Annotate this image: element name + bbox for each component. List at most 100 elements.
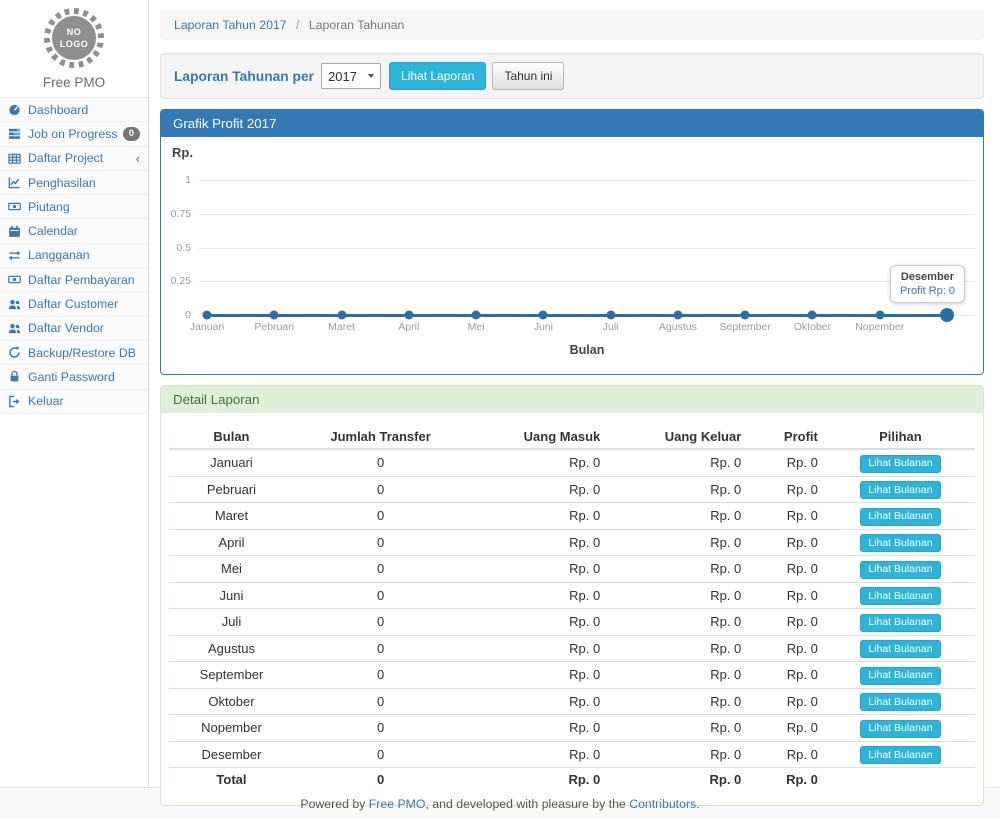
sidebar-item-piutang[interactable]: Piutang [0,195,148,219]
profit-cell: Rp. 0 [749,529,826,556]
uang-masuk-cell: Rp. 0 [467,741,608,768]
profit-cell: Rp. 0 [749,503,826,530]
sidebar-item-daftar-customer[interactable]: Daftar Customer [0,292,148,316]
transfer-cell: 0 [294,688,467,715]
sidebar-item-ganti-password[interactable]: Ganti Password [0,365,148,389]
lihat-bulanan-button[interactable]: Lihat Bulanan [860,720,940,738]
total-transfer: 0 [294,768,467,792]
data-point-maret[interactable] [337,311,346,320]
sidebar-item-calendar[interactable]: Calendar [0,219,148,243]
column-header-uang-keluar: Uang Keluar [608,425,749,449]
lihat-bulanan-button[interactable]: Lihat Bulanan [860,534,940,552]
profit-cell: Rp. 0 [749,476,826,503]
sidebar-item-daftar-vendor[interactable]: Daftar Vendor [0,317,148,341]
month-cell: Maret [169,503,294,530]
count-badge: 0 [123,127,140,141]
uang-keluar-cell: Rp. 0 [608,609,749,636]
uang-keluar-cell: Rp. 0 [608,503,749,530]
data-point-pebruari[interactable] [270,311,279,320]
data-point-oktober[interactable] [808,311,817,320]
uang-keluar-cell: Rp. 0 [608,662,749,689]
tahun-ini-button[interactable]: Tahun ini [492,62,564,90]
uang-masuk-cell: Rp. 0 [467,715,608,742]
data-point-juni[interactable] [539,311,548,320]
transfer-cell: 0 [294,635,467,662]
lihat-bulanan-button[interactable]: Lihat Bulanan [860,455,940,473]
chart-y-axis-title: Rp. [172,145,193,160]
tooltip-title: Desember [900,271,955,283]
transfer-cell: 0 [294,503,467,530]
y-axis-tick: 0 [185,309,191,321]
month-cell: Nopember [169,715,294,742]
sidebar-item-keluar[interactable]: Keluar [0,390,148,414]
uang-masuk-cell: Rp. 0 [467,582,608,609]
sidebar-item-dashboard[interactable]: Dashboard [0,98,148,122]
brand-name: Free PMO [0,75,148,90]
uang-masuk-cell: Rp. 0 [467,688,608,715]
data-point-nopember[interactable] [875,311,884,320]
lihat-bulanan-button[interactable]: Lihat Bulanan [860,693,940,711]
gridline [199,214,975,215]
app-window: NO LOGO Free PMO DashboardJob on Progres… [0,0,1000,787]
profit-chart-panel: Grafik Profit 2017 Rp. 00.250.50.751 Bul… [160,109,984,375]
lihat-bulanan-button[interactable]: Lihat Bulanan [860,746,940,764]
table-row-maret: Maret0Rp. 0Rp. 0Rp. 0Lihat Bulanan [169,503,975,530]
refresh-icon [8,346,23,359]
lihat-bulanan-button[interactable]: Lihat Bulanan [860,667,940,685]
breadcrumb-link[interactable]: Laporan Tahun 2017 [174,18,287,32]
month-cell: Juli [169,609,294,636]
sidebar-item-penghasilan[interactable]: Penghasilan [0,171,148,195]
line-chart-icon [8,176,23,189]
sidebar-item-job-on-progress[interactable]: Job on Progress 0 [0,122,148,146]
breadcrumb-separator: / [296,18,299,32]
table-row-juli: Juli0Rp. 0Rp. 0Rp. 0Lihat Bulanan [169,609,975,636]
lihat-bulanan-button[interactable]: Lihat Bulanan [860,614,940,632]
gridline [199,281,975,282]
year-select[interactable]: 2017 [321,63,381,89]
lihat-bulanan-button[interactable]: Lihat Bulanan [860,640,940,658]
sidebar-item-label: Job on Progress [28,127,118,141]
table-row-mei: Mei0Rp. 0Rp. 0Rp. 0Lihat Bulanan [169,556,975,583]
total-empty-cell [826,768,975,792]
breadcrumb: Laporan Tahun 2017 / Laporan Tahunan [160,10,984,40]
sidebar-item-langganan[interactable]: Langganan [0,244,148,268]
action-cell: Lihat Bulanan [826,635,975,662]
table-row-desember: Desember0Rp. 0Rp. 0Rp. 0Lihat Bulanan [169,741,975,768]
data-point-september[interactable] [741,311,750,320]
lihat-bulanan-button[interactable]: Lihat Bulanan [860,481,940,499]
data-point-juli[interactable] [606,311,615,320]
sidebar-item-daftar-project[interactable]: Daftar Project‹ [0,147,148,171]
uang-masuk-cell: Rp. 0 [467,635,608,662]
sidebar-item-daftar-pembayaran[interactable]: Daftar Pembayaran [0,268,148,292]
table-row-pebruari: Pebruari0Rp. 0Rp. 0Rp. 0Lihat Bulanan [169,476,975,503]
profit-chart: Rp. 00.250.50.751 Bulan JanuariPebruariM… [161,137,983,374]
detail-table-wrapper: BulanJumlah TransferUang MasukUang Kelua… [161,413,983,805]
lihat-bulanan-button[interactable]: Lihat Bulanan [860,587,940,605]
action-cell: Lihat Bulanan [826,529,975,556]
sidebar-item-backup-restore-db[interactable]: Backup/Restore DB [0,341,148,365]
sidebar-menu: Dashboard Job on Progress 0 Daftar Project‹… [0,97,148,414]
data-point-april[interactable] [404,311,413,320]
table-row-nopember: Nopember0Rp. 0Rp. 0Rp. 0Lihat Bulanan [169,715,975,742]
year-select-value: 2017 [328,69,357,84]
uang-masuk-cell: Rp. 0 [467,556,608,583]
sidebar-item-label: Keluar [28,394,64,408]
month-cell: Juni [169,582,294,609]
free-pmo-link[interactable]: Free PMO [369,797,426,811]
lihat-bulanan-button[interactable]: Lihat Bulanan [860,561,940,579]
column-header-uang-masuk: Uang Masuk [467,425,608,449]
action-cell: Lihat Bulanan [826,715,975,742]
data-point-mei[interactable] [472,311,481,320]
total-uang-keluar: Rp. 0 [608,768,749,792]
month-cell: Mei [169,556,294,583]
data-point-januari[interactable] [203,311,212,320]
transfer-cell: 0 [294,556,467,583]
transfer-cell: 0 [294,662,467,689]
table-header-row: BulanJumlah TransferUang MasukUang Kelua… [169,425,975,449]
contributors-link[interactable]: Contributors [629,797,696,811]
lihat-bulanan-button[interactable]: Lihat Bulanan [860,508,940,526]
data-point-agustus[interactable] [673,311,682,320]
main-content: Laporan Tahun 2017 / Laporan Tahunan Lap… [149,0,1000,787]
data-point-desember[interactable] [940,308,954,322]
lihat-laporan-button[interactable]: Lihat Laporan [389,62,486,90]
